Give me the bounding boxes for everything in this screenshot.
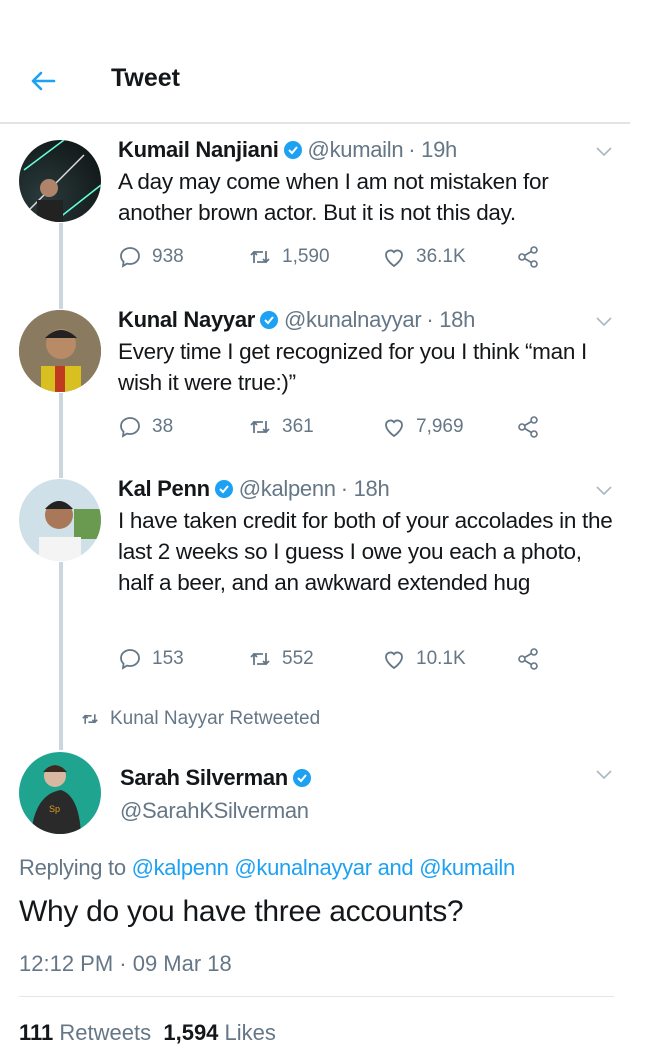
tweet-text: Why do you have three accounts? bbox=[19, 895, 464, 928]
replying-prefix: Replying to bbox=[19, 855, 126, 880]
avatar[interactable] bbox=[19, 310, 101, 392]
author-handle[interactable]: @SarahKSilverman bbox=[120, 798, 309, 824]
reply-button[interactable]: 153 bbox=[118, 647, 248, 671]
share-icon[interactable] bbox=[516, 245, 540, 269]
avatar[interactable] bbox=[19, 140, 101, 222]
divider bbox=[19, 996, 614, 997]
avatar[interactable]: Sp bbox=[19, 752, 101, 834]
retweet-count: 361 bbox=[282, 416, 314, 437]
replying-and[interactable]: and bbox=[378, 855, 414, 880]
retweets-label: Retweets bbox=[59, 1020, 152, 1045]
heart-icon bbox=[385, 419, 403, 438]
verified-badge-icon bbox=[292, 769, 311, 787]
like-button[interactable]: 36.1K bbox=[382, 245, 516, 269]
reply-icon bbox=[120, 247, 140, 268]
like-count: 10.1K bbox=[416, 648, 466, 669]
chevron-down-icon[interactable] bbox=[595, 316, 613, 328]
likes-stat[interactable]: 1,594 Likes bbox=[163, 1020, 276, 1045]
avatar[interactable] bbox=[19, 479, 101, 561]
retweet-icon bbox=[250, 420, 270, 434]
reply-icon bbox=[120, 649, 140, 670]
author-name[interactable]: Kunal Nayyar bbox=[118, 307, 255, 333]
tweet-text: Every time I get recognized for you I th… bbox=[118, 339, 587, 395]
tweet-time: · 19h bbox=[408, 137, 457, 162]
heart-icon bbox=[385, 249, 403, 268]
mention-link[interactable]: @kalpenn bbox=[132, 855, 229, 880]
chevron-down-icon[interactable] bbox=[595, 769, 613, 781]
author-handle[interactable]: @kunalnayyar bbox=[284, 307, 422, 333]
retweet-button[interactable]: 361 bbox=[248, 415, 382, 439]
tweet-time: · 18h bbox=[426, 307, 476, 332]
retweets-count: 111 bbox=[19, 1020, 54, 1045]
mention-link[interactable]: @kunalnayyar bbox=[234, 855, 372, 880]
reply-count: 38 bbox=[152, 416, 174, 437]
chevron-down-icon[interactable] bbox=[595, 485, 613, 497]
thread-line bbox=[59, 223, 63, 309]
reply-button[interactable]: 38 bbox=[118, 415, 248, 439]
likes-count: 1,594 bbox=[163, 1020, 219, 1045]
like-button[interactable]: 7,969 bbox=[382, 415, 516, 439]
verified-badge-icon bbox=[260, 311, 279, 329]
tweet-text: A day may come when I am not mistaken fo… bbox=[118, 169, 549, 225]
author-name[interactable]: Kumail Nanjiani bbox=[118, 137, 279, 163]
retweeted-by-text: Kunal Nayyar Retweeted bbox=[110, 708, 321, 729]
retweet-button[interactable]: 1,590 bbox=[248, 245, 382, 269]
heart-icon bbox=[385, 651, 403, 670]
replying-to: Replying to @kalpenn @kunalnayyar and @k… bbox=[19, 855, 515, 881]
like-count: 36.1K bbox=[416, 246, 466, 267]
verified-badge-icon bbox=[283, 141, 302, 159]
author-handle[interactable]: @kalpenn bbox=[239, 476, 336, 502]
verified-badge-icon bbox=[214, 480, 233, 498]
tweet-time: · 18h bbox=[340, 476, 390, 501]
reply-count: 153 bbox=[152, 648, 184, 669]
header-divider bbox=[0, 122, 630, 124]
reply-button[interactable]: 938 bbox=[118, 245, 248, 269]
author-name[interactable]: Kal Penn bbox=[118, 476, 210, 502]
thread-line bbox=[59, 562, 63, 750]
reply-icon bbox=[120, 417, 140, 438]
retweet-button[interactable]: 552 bbox=[248, 647, 382, 671]
back-arrow-icon[interactable] bbox=[28, 66, 58, 96]
share-icon[interactable] bbox=[516, 415, 540, 439]
retweet-icon bbox=[250, 652, 270, 666]
tweet-text: I have taken credit for both of your acc… bbox=[118, 508, 613, 595]
tweet-timestamp: 12:12 PM · 09 Mar 18 bbox=[19, 951, 232, 976]
mention-link[interactable]: @kumailn bbox=[419, 855, 515, 880]
retweets-stat[interactable]: 111 Retweets bbox=[19, 1020, 151, 1045]
svg-text:Sp: Sp bbox=[49, 804, 60, 814]
retweet-icon bbox=[250, 250, 270, 264]
retweeted-by-label[interactable]: Kunal Nayyar Retweeted bbox=[80, 708, 320, 730]
author-handle[interactable]: @kumailn bbox=[308, 137, 404, 163]
retweet-count: 1,590 bbox=[282, 246, 330, 267]
likes-label: Likes bbox=[224, 1020, 276, 1045]
page-title: Tweet bbox=[111, 64, 180, 92]
chevron-down-icon[interactable] bbox=[595, 146, 613, 158]
share-icon[interactable] bbox=[516, 647, 540, 671]
like-button[interactable]: 10.1K bbox=[382, 647, 516, 671]
retweet-icon bbox=[82, 714, 98, 724]
retweet-count: 552 bbox=[282, 648, 314, 669]
reply-count: 938 bbox=[152, 246, 184, 267]
like-count: 7,969 bbox=[416, 416, 464, 437]
author-name[interactable]: Sarah Silverman bbox=[120, 765, 288, 791]
tweet-page: Tweet Kumail Nanjiani @kumailn · 19h A d… bbox=[0, 0, 665, 1051]
engagement-stats: 111 Retweets 1,594 Likes bbox=[19, 1020, 276, 1046]
thread-line bbox=[59, 393, 63, 478]
